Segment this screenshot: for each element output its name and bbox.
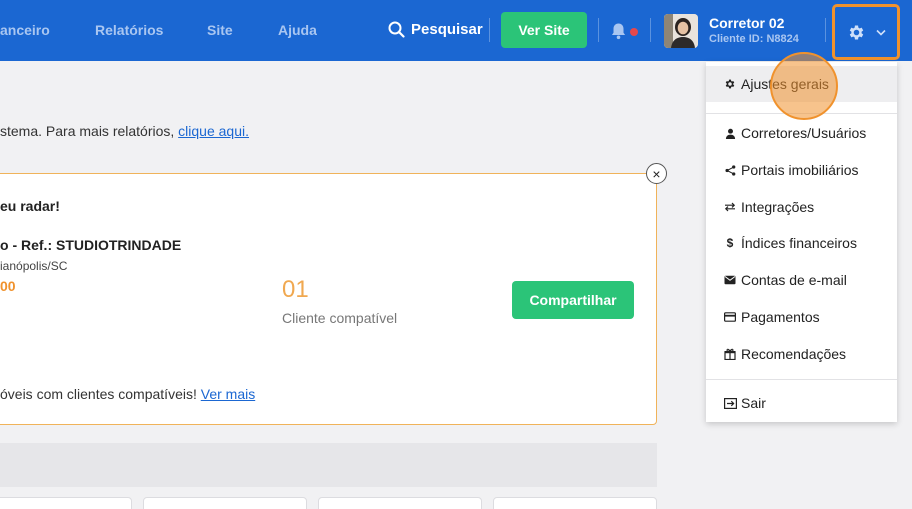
user-id: Cliente ID: N8824 [709, 33, 799, 45]
menu-item-sair[interactable]: Sair [706, 385, 897, 421]
divider [706, 379, 897, 380]
click-highlight [770, 52, 838, 120]
menu-item-label: Índices financeiros [741, 235, 857, 251]
credit-card-icon [723, 312, 737, 322]
matches-notice: óveis com clientes compatíveis! Ver mais [0, 386, 255, 402]
menu-item-label: Contas de e-mail [741, 272, 847, 288]
menu-item-label: Corretores/Usuários [741, 125, 867, 141]
reports-notice: stema. Para mais relatórios, clique aqui… [0, 123, 249, 139]
user-name: Corretor 02 [709, 15, 785, 31]
share-button[interactable]: Compartilhar [512, 281, 634, 319]
search-icon [388, 21, 405, 38]
menu-item-pagamentos[interactable]: Pagamentos [706, 299, 897, 335]
gear-icon [723, 78, 737, 90]
summary-card [0, 497, 132, 509]
summary-card [318, 497, 482, 509]
summary-card [143, 497, 307, 509]
menu-item-integracoes[interactable]: Integrações [706, 189, 897, 225]
dollar-icon: $ [726, 236, 734, 250]
notification-dot [630, 28, 638, 36]
user-icon [723, 128, 737, 139]
notice-text: stema. Para mais relatórios, [0, 123, 179, 139]
search-label: Pesquisar [411, 21, 483, 38]
settings-menu-button[interactable] [832, 4, 900, 60]
search-button[interactable]: Pesquisar [388, 21, 483, 38]
menu-item-label: Integrações [741, 199, 815, 215]
property-location: ianópolis/SC [0, 259, 68, 273]
menu-item-label: Portais imobiliários [741, 162, 859, 178]
menu-item-label: Sair [741, 395, 766, 411]
property-price: 00 [0, 278, 16, 294]
close-button[interactable]: × [646, 163, 667, 184]
property-title[interactable]: o - Ref.: STUDIOTRINDADE [0, 237, 181, 253]
top-navigation-bar: anceiro Relatórios Site Ajuda Pesquisar … [0, 0, 912, 61]
nav-site[interactable]: Site [207, 22, 233, 38]
divider [825, 18, 826, 42]
envelope-icon [723, 275, 737, 285]
nav-ajuda[interactable]: Ajuda [278, 22, 317, 38]
matches-text: óveis com clientes compatíveis! [0, 386, 201, 402]
chevron-down-icon [875, 29, 886, 36]
divider [650, 18, 651, 42]
menu-item-portais[interactable]: Portais imobiliários [706, 152, 897, 188]
ver-site-button[interactable]: Ver Site [501, 12, 587, 48]
divider [489, 18, 490, 42]
reports-link[interactable]: clique aqui. [178, 123, 249, 139]
menu-item-contas-email[interactable]: Contas de e-mail [706, 262, 897, 298]
menu-item-indices[interactable]: $ Índices financeiros [706, 225, 897, 261]
section-band [0, 443, 657, 487]
arrows-icon [723, 202, 737, 212]
menu-item-recomendacoes[interactable]: Recomendações [706, 336, 897, 372]
bell-icon[interactable] [610, 22, 627, 40]
nav-relatorios[interactable]: Relatórios [95, 22, 163, 38]
avatar[interactable] [664, 14, 698, 48]
menu-item-corretores-usuarios[interactable]: Corretores/Usuários [706, 115, 897, 151]
menu-item-label: Pagamentos [741, 309, 820, 325]
radar-title: eu radar! [0, 198, 60, 214]
see-more-link[interactable]: Ver mais [201, 386, 255, 402]
share-icon [723, 164, 737, 176]
gear-icon [849, 25, 863, 39]
logout-icon [723, 397, 737, 409]
nav-financeiro[interactable]: anceiro [0, 22, 50, 38]
summary-card [493, 497, 657, 509]
compatible-count: 01 [282, 276, 309, 303]
menu-item-label: Recomendações [741, 346, 847, 362]
gift-icon [723, 348, 737, 360]
compatible-label: Cliente compatível [282, 310, 398, 326]
divider [598, 18, 599, 42]
